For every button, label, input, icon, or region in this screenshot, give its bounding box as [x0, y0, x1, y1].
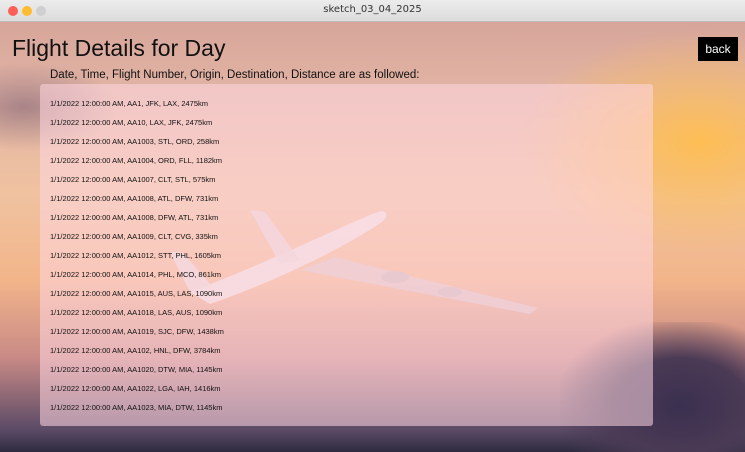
flight-row: 1/1/2022 12:00:00 AM, AA1007, CLT, STL, … — [50, 175, 216, 184]
flight-row: 1/1/2022 12:00:00 AM, AA102, HNL, DFW, 3… — [50, 346, 221, 355]
flight-row: 1/1/2022 12:00:00 AM, AA1009, CLT, CVG, … — [50, 232, 218, 241]
window-titlebar: sketch_03_04_2025 — [0, 0, 745, 22]
flight-row: 1/1/2022 12:00:00 AM, AA1003, STL, ORD, … — [50, 137, 220, 146]
flight-row: 1/1/2022 12:00:00 AM, AA1018, LAS, AUS, … — [50, 308, 223, 317]
sketch-canvas: Flight Details for Day back Date, Time, … — [0, 22, 745, 452]
flight-row: 1/1/2022 12:00:00 AM, AA1012, STT, PHL, … — [50, 251, 221, 260]
flight-row: 1/1/2022 12:00:00 AM, AA1020, DTW, MIA, … — [50, 365, 223, 374]
flight-row: 1/1/2022 12:00:00 AM, AA1023, MIA, DTW, … — [50, 403, 223, 412]
flight-row: 1/1/2022 12:00:00 AM, AA1022, LGA, IAH, … — [50, 384, 221, 393]
flight-row: 1/1/2022 12:00:00 AM, AA1004, ORD, FLL, … — [50, 156, 223, 165]
column-description: Date, Time, Flight Number, Origin, Desti… — [50, 69, 420, 81]
page-title: Flight Details for Day — [12, 35, 226, 61]
window-title: sketch_03_04_2025 — [323, 4, 422, 15]
flight-row: 1/1/2022 12:00:00 AM, AA1014, PHL, MCO, … — [50, 270, 221, 279]
flight-list-panel: 1/1/2022 12:00:00 AM, AA1, JFK, LAX, 247… — [40, 84, 653, 426]
flight-row: 1/1/2022 12:00:00 AM, AA1008, DFW, ATL, … — [50, 213, 219, 222]
flight-row: 1/1/2022 12:00:00 AM, AA1008, ATL, DFW, … — [50, 194, 219, 203]
back-button[interactable]: back — [698, 37, 738, 61]
flight-row: 1/1/2022 12:00:00 AM, AA1019, SJC, DFW, … — [50, 327, 224, 336]
flight-row: 1/1/2022 12:00:00 AM, AA10, LAX, JFK, 24… — [50, 118, 213, 127]
flight-row: 1/1/2022 12:00:00 AM, AA1015, AUS, LAS, … — [50, 289, 223, 298]
flight-list: 1/1/2022 12:00:00 AM, AA1, JFK, LAX, 247… — [50, 94, 224, 417]
flight-row: 1/1/2022 12:00:00 AM, AA1, JFK, LAX, 247… — [50, 99, 209, 108]
